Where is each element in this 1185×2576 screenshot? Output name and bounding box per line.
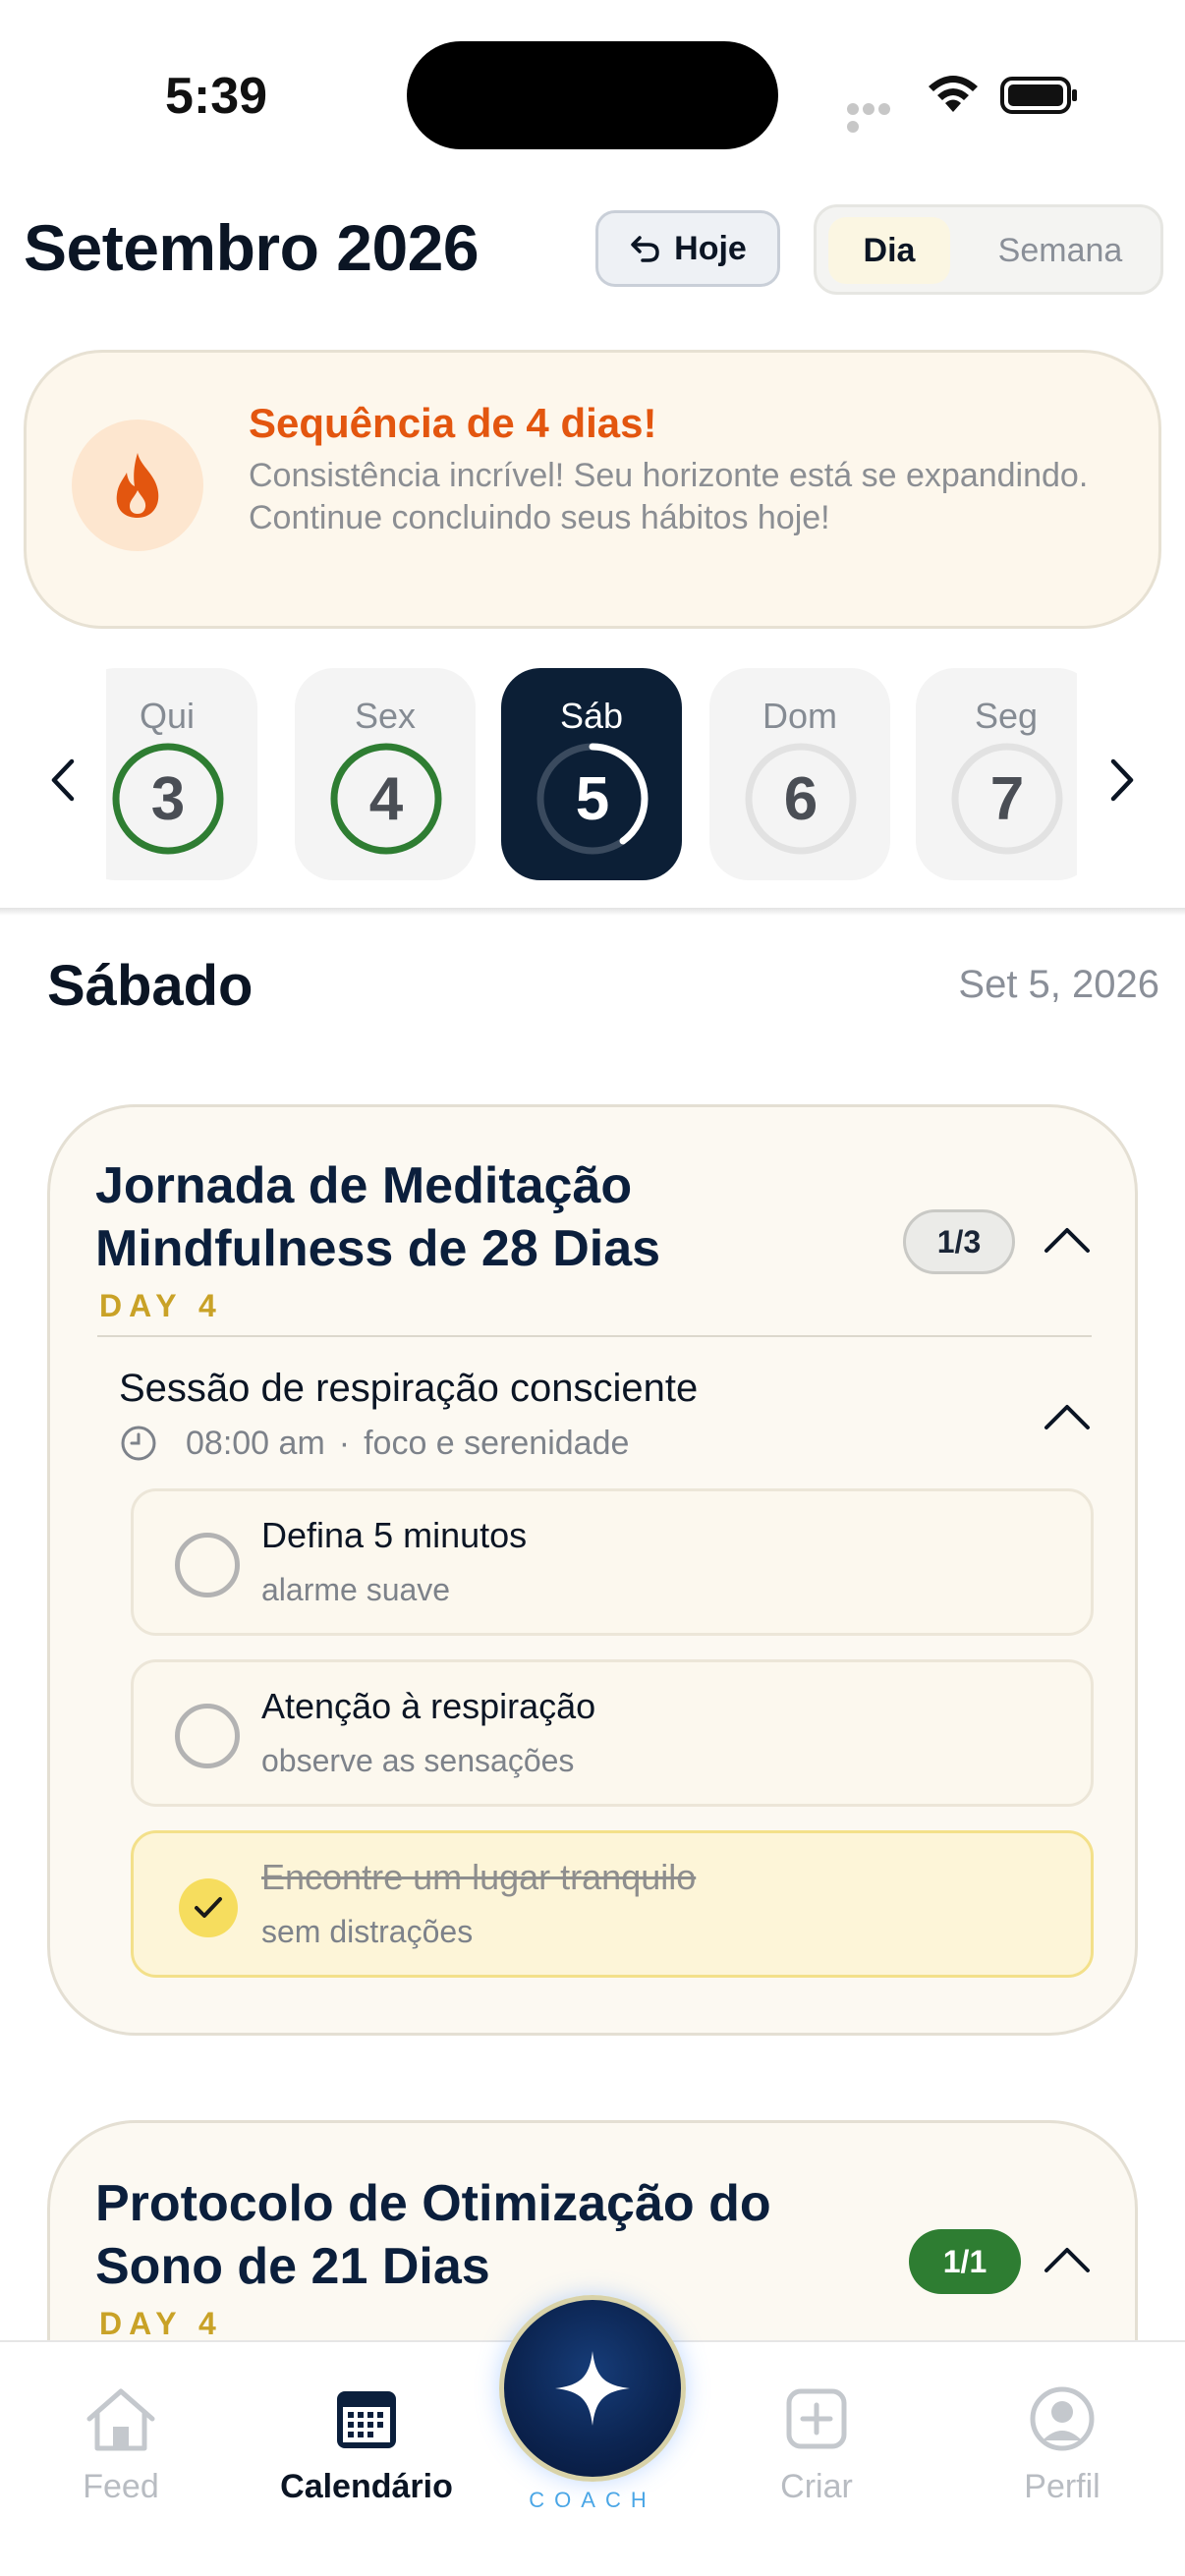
task-title: Defina 5 minutos xyxy=(261,1515,528,1555)
coach-button[interactable] xyxy=(499,2295,686,2482)
streak-icon-circle xyxy=(72,420,203,551)
clock-icon xyxy=(121,1426,156,1461)
tab-create-label: Criar xyxy=(780,2468,853,2505)
collapse-session-button[interactable] xyxy=(1043,1402,1092,1431)
coach-label: COACH xyxy=(529,2488,656,2512)
previous-day-button[interactable] xyxy=(43,751,83,810)
divider xyxy=(97,1335,1092,1337)
today-label: Hoje xyxy=(674,229,747,267)
status-time: 5:39 xyxy=(165,68,268,125)
task-checkbox[interactable] xyxy=(175,1533,240,1597)
plus-square-icon xyxy=(786,2388,847,2449)
progress-badge: 1/3 xyxy=(903,1209,1015,1274)
collapse-program-button[interactable] xyxy=(1043,2245,1092,2274)
session-focus: foco e serenidade xyxy=(364,1424,630,1462)
day-name: Seg xyxy=(974,696,1039,736)
task-title: Atenção à respiração xyxy=(261,1686,596,1726)
battery-icon xyxy=(1000,77,1077,114)
task-subtitle: sem distrações xyxy=(261,1914,474,1949)
sparkle-icon xyxy=(555,2351,630,2426)
session-title: Sessão de respiração consciente xyxy=(119,1367,699,1410)
undo-arrow-icon xyxy=(631,236,659,262)
page-title: Setembro 2026 xyxy=(24,211,480,284)
day-number: 4 xyxy=(368,764,404,833)
selected-day-date: Set 5, 2026 xyxy=(958,963,1159,1006)
collapse-program-button[interactable] xyxy=(1043,1225,1092,1255)
task-subtitle: observe as sensações xyxy=(261,1743,575,1778)
chevron-left-icon xyxy=(51,758,75,802)
day-name: Dom xyxy=(762,696,837,736)
task-subtitle: alarme suave xyxy=(261,1572,451,1607)
day-number: 6 xyxy=(783,764,818,833)
view-week-option[interactable]: Semana xyxy=(964,217,1157,284)
task-checkbox[interactable] xyxy=(179,1878,238,1937)
day-cards-viewport: Qui 3 Sex 4 Sáb 5 Dom 6 Seg 7 xyxy=(106,668,1077,884)
home-icon xyxy=(86,2388,155,2451)
day-card-fri[interactable]: Sex 4 xyxy=(295,668,476,880)
program-day-label: DAY 4 xyxy=(99,2306,223,2341)
tab-profile-label: Perfil xyxy=(1024,2468,1100,2505)
program-day-label: DAY 4 xyxy=(99,1288,223,1323)
profile-icon xyxy=(1030,2386,1095,2451)
session-time: 08:00 am xyxy=(186,1424,325,1462)
program-title: Jornada de Meditação Mindfulness de 28 D… xyxy=(95,1157,661,1277)
progress-badge: 1/1 xyxy=(909,2229,1021,2294)
day-name: Qui xyxy=(139,696,196,736)
day-number: 7 xyxy=(989,764,1025,833)
tab-profile[interactable]: Perfil xyxy=(969,2385,1156,2506)
today-button[interactable]: Hoje xyxy=(595,210,780,287)
dynamic-island xyxy=(407,41,778,149)
day-card-thu[interactable]: Qui 3 xyxy=(106,668,257,880)
chevron-up-icon xyxy=(1044,1405,1090,1429)
session-meta: 08:00 am · foco e serenidade xyxy=(119,1424,629,1463)
streak-message: Consistência incrível! Seu horizonte est… xyxy=(249,457,1089,536)
tab-calendar-label: Calendário xyxy=(280,2468,453,2505)
chevron-right-icon xyxy=(1110,758,1134,802)
cellular-signal-icon xyxy=(847,102,908,133)
day-name: Sáb xyxy=(559,696,624,736)
flame-icon xyxy=(116,453,159,518)
day-card-sat[interactable]: Sáb 5 xyxy=(501,668,682,880)
day-name: Sex xyxy=(354,696,417,736)
day-card-sun[interactable]: Dom 6 xyxy=(709,668,890,880)
tab-calendar[interactable]: Calendário xyxy=(273,2385,460,2506)
wifi-icon xyxy=(929,76,978,112)
chevron-up-icon xyxy=(1044,1228,1090,1253)
streak-title: Sequência de 4 dias! xyxy=(249,400,657,446)
meta-separator: · xyxy=(338,1424,351,1462)
task-item[interactable]: Defina 5 minutos alarme suave xyxy=(131,1488,1094,1636)
checkmark-icon xyxy=(195,1897,222,1918)
tab-create[interactable]: Criar xyxy=(723,2385,910,2506)
day-number: 5 xyxy=(575,764,610,833)
day-number: 3 xyxy=(150,764,186,833)
view-toggle: Dia Semana xyxy=(814,204,1163,295)
day-card-mon[interactable]: Seg 7 xyxy=(916,668,1077,880)
next-day-button[interactable] xyxy=(1102,751,1142,810)
task-item[interactable]: Encontre um lugar tranquilo sem distraçõ… xyxy=(131,1830,1094,1978)
streak-card: Sequência de 4 dias! Consistência incrív… xyxy=(24,350,1161,629)
program-card[interactable]: Jornada de Meditação Mindfulness de 28 D… xyxy=(47,1104,1138,2036)
chevron-up-icon xyxy=(1044,2248,1090,2272)
selected-day-title: Sábado xyxy=(47,954,254,1018)
task-title: Encontre um lugar tranquilo xyxy=(261,1857,697,1897)
tab-feed-label: Feed xyxy=(83,2468,159,2505)
task-item[interactable]: Atenção à respiração observe as sensaçõe… xyxy=(131,1659,1094,1807)
strip-divider xyxy=(0,908,1185,916)
calendar-icon xyxy=(337,2391,396,2448)
day-strip: Qui 3 Sex 4 Sáb 5 Dom 6 Seg 7 xyxy=(0,656,1185,914)
task-checkbox[interactable] xyxy=(175,1704,240,1768)
program-title: Protocolo de Otimização do Sono de 21 Di… xyxy=(95,2175,771,2295)
view-day-option[interactable]: Dia xyxy=(828,217,950,284)
tab-feed[interactable]: Feed xyxy=(28,2385,214,2506)
